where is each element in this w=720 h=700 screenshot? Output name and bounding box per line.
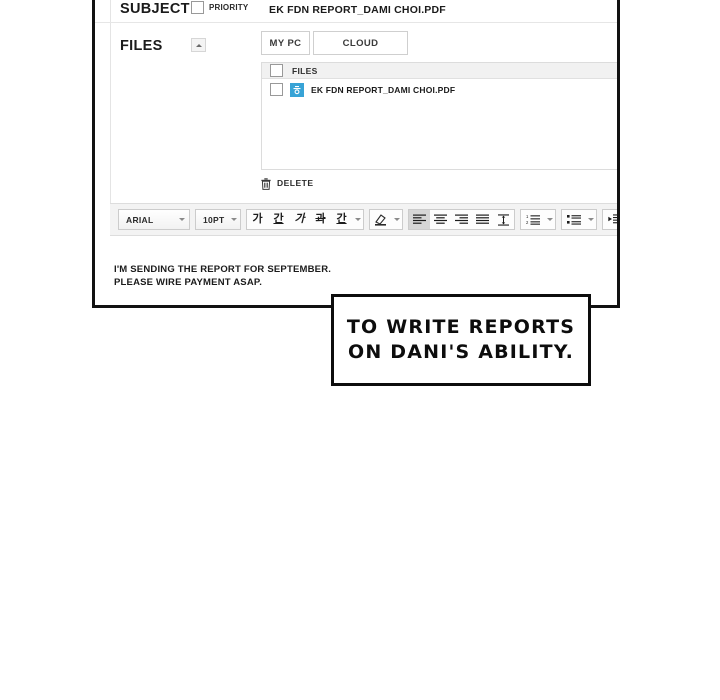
priority-checkbox-group[interactable]: PRIORITY	[191, 1, 248, 14]
editor-toolbar: ARIAL 10PT 가 간 가 과 간 1 2	[110, 203, 617, 236]
comic-caption-box: TO WRITE REPORTS ON DANI'S ABILITY.	[331, 294, 591, 386]
chevron-down-icon	[546, 218, 553, 221]
chevron-down-icon	[587, 218, 594, 221]
strikethrough-glyph: 과	[315, 213, 326, 225]
attachment-checkbox[interactable]	[270, 83, 283, 96]
text-color-glyph: 간	[336, 213, 347, 225]
delete-attachment-button[interactable]: DELETE	[261, 177, 314, 190]
font-size-value: 10PT	[203, 214, 225, 225]
pdf-file-icon	[290, 82, 304, 97]
caption-line: TO WRITE REPORTS	[346, 316, 576, 338]
message-body-line: I'M SENDING THE REPORT FOR SEPTEMBER.	[114, 264, 332, 275]
alignment-group	[408, 209, 515, 230]
mail-compose-panel: SUBJECT PRIORITY EK FDN REPORT_DAMI CHOI…	[92, 0, 620, 308]
font-size-select[interactable]: 10PT	[195, 209, 241, 230]
caption-line: ON DANI'S ABILITY.	[347, 341, 575, 363]
ordered-list-button[interactable]: 1 2	[521, 210, 544, 229]
bullet-list-group	[561, 209, 597, 230]
tab-my-pc[interactable]: MY PC	[261, 31, 310, 55]
delete-label: DELETE	[277, 178, 314, 188]
text-color-button[interactable]: 간	[331, 210, 352, 229]
text-format-group: 가 간 가 과 간	[246, 209, 364, 230]
column-header-files: FILES	[292, 65, 318, 76]
underline-button[interactable]: 간	[268, 210, 289, 229]
align-center-button[interactable]	[430, 210, 451, 229]
attachment-source-tabs: MY PC CLOUD	[261, 31, 408, 55]
trash-icon	[261, 177, 271, 190]
highlight-group	[369, 209, 403, 230]
font-family-select[interactable]: ARIAL	[118, 209, 190, 230]
priority-label: PRIORITY	[209, 3, 249, 12]
highlight-color-dropdown[interactable]	[391, 210, 402, 229]
text-color-dropdown[interactable]	[352, 210, 363, 229]
align-justify-button[interactable]	[472, 210, 493, 229]
bold-glyph: 가	[252, 213, 263, 225]
chevron-down-icon	[230, 218, 237, 221]
align-left-button[interactable]	[409, 210, 430, 229]
align-right-button[interactable]	[451, 210, 472, 229]
line-height-button[interactable]	[493, 210, 514, 229]
subject-label: SUBJECT	[120, 1, 190, 17]
chevron-down-icon	[393, 218, 400, 221]
chevron-down-icon	[179, 218, 185, 221]
files-label: FILES	[120, 38, 163, 54]
attachment-file-name: EK FDN REPORT_DAMI CHOI.PDF	[311, 84, 456, 95]
caret-up-icon	[195, 43, 202, 47]
outdent-button[interactable]	[603, 210, 617, 229]
subject-input[interactable]: EK FDN REPORT_DAMI CHOI.PDF	[261, 0, 617, 21]
font-family-value: ARIAL	[126, 214, 154, 225]
highlight-color-button[interactable]	[370, 210, 391, 229]
bold-button[interactable]: 가	[247, 210, 268, 229]
chevron-down-icon	[354, 218, 361, 221]
files-collapse-button[interactable]	[191, 38, 206, 52]
ordered-list-group: 1 2	[520, 209, 556, 230]
strikethrough-button[interactable]: 과	[310, 210, 331, 229]
select-all-checkbox[interactable]	[270, 64, 283, 77]
underline-glyph: 간	[273, 213, 284, 225]
italic-button[interactable]: 가	[289, 210, 310, 229]
attachment-list: FILES EK FDN REPORT_DAMI CHOI.PDF	[261, 62, 617, 170]
bullet-list-dropdown[interactable]	[585, 210, 596, 229]
attachment-row[interactable]: EK FDN REPORT_DAMI CHOI.PDF	[262, 79, 617, 100]
attachment-list-header: FILES	[262, 63, 617, 79]
bullet-list-button[interactable]	[562, 210, 585, 229]
message-body-line: PLEASE WIRE PAYMENT ASAP.	[114, 277, 263, 288]
indent-group	[602, 209, 617, 230]
priority-checkbox[interactable]	[191, 1, 204, 14]
tab-cloud[interactable]: CLOUD	[313, 31, 408, 55]
ordered-list-dropdown[interactable]	[544, 210, 555, 229]
screenshot-stage: SUBJECT PRIORITY EK FDN REPORT_DAMI CHOI…	[0, 0, 720, 700]
svg-text:2: 2	[526, 220, 529, 225]
svg-text:1: 1	[526, 214, 529, 219]
italic-glyph: 가	[294, 213, 305, 225]
